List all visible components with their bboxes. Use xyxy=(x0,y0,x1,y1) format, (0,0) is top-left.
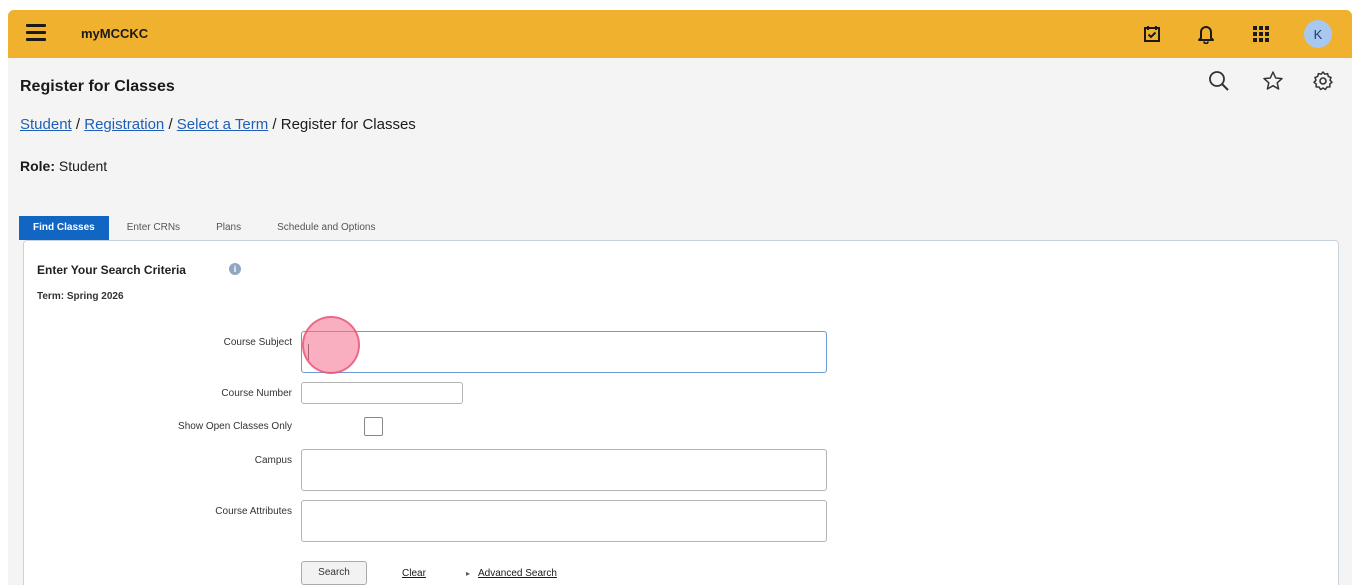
breadcrumb-registration[interactable]: Registration xyxy=(84,116,164,133)
gear-icon[interactable] xyxy=(1310,68,1336,94)
open-classes-checkbox[interactable] xyxy=(364,417,383,436)
breadcrumb: Student / Registration / Select a Term /… xyxy=(20,116,416,133)
course-attributes-label: Course Attributes xyxy=(215,506,292,517)
tab-find-classes[interactable]: Find Classes xyxy=(19,216,109,240)
tab-schedule-options[interactable]: Schedule and Options xyxy=(259,216,393,240)
search-panel: Enter Your Search Criteria i Term: Sprin… xyxy=(23,240,1339,585)
bell-icon[interactable] xyxy=(1194,22,1218,46)
page-title: Register for Classes xyxy=(20,78,175,95)
menu-icon[interactable] xyxy=(26,24,46,42)
role-indicator: Role: Student xyxy=(20,158,107,174)
search-icon[interactable] xyxy=(1206,68,1232,94)
course-number-input[interactable] xyxy=(301,382,463,404)
course-number-label: Course Number xyxy=(221,388,292,399)
term-label: Term: Spring 2026 xyxy=(37,291,124,302)
campus-input[interactable] xyxy=(301,449,827,491)
star-icon[interactable] xyxy=(1260,68,1286,94)
breadcrumb-separator: / xyxy=(268,116,281,133)
course-subject-label: Course Subject xyxy=(223,337,292,348)
avatar[interactable]: K xyxy=(1304,20,1332,48)
tab-plans[interactable]: Plans xyxy=(198,216,259,240)
breadcrumb-separator: / xyxy=(71,116,85,133)
role-value: Student xyxy=(58,158,108,174)
advanced-search-link[interactable]: Advanced Search xyxy=(478,568,557,579)
app-title[interactable]: myMCCKC xyxy=(81,26,148,41)
calendar-check-icon[interactable] xyxy=(1140,22,1164,46)
expand-arrow-icon: ▸ xyxy=(466,569,471,578)
tab-enter-crns[interactable]: Enter CRNs xyxy=(109,216,198,240)
course-subject-input[interactable] xyxy=(301,331,827,373)
apps-grid-icon[interactable] xyxy=(1249,22,1273,46)
open-classes-label: Show Open Classes Only xyxy=(178,421,292,432)
tab-bar: Find Classes Enter CRNs Plans Schedule a… xyxy=(19,216,393,240)
search-button[interactable]: Search xyxy=(301,561,367,585)
course-attributes-input[interactable] xyxy=(301,500,827,542)
breadcrumb-current: Register for Classes xyxy=(280,116,416,133)
role-label: Role: xyxy=(20,158,55,174)
campus-label: Campus xyxy=(254,455,292,466)
search-criteria-title: Enter Your Search Criteria xyxy=(37,263,186,277)
top-bar: myMCCKC K xyxy=(8,10,1352,58)
info-icon[interactable]: i xyxy=(229,263,241,275)
breadcrumb-student[interactable]: Student xyxy=(20,116,72,133)
text-caret xyxy=(308,344,309,360)
page-header: Register for Classes Student / Registrat… xyxy=(8,58,1352,200)
breadcrumb-select-term[interactable]: Select a Term xyxy=(177,116,268,133)
clear-link[interactable]: Clear xyxy=(402,568,426,579)
breadcrumb-separator: / xyxy=(164,116,177,133)
